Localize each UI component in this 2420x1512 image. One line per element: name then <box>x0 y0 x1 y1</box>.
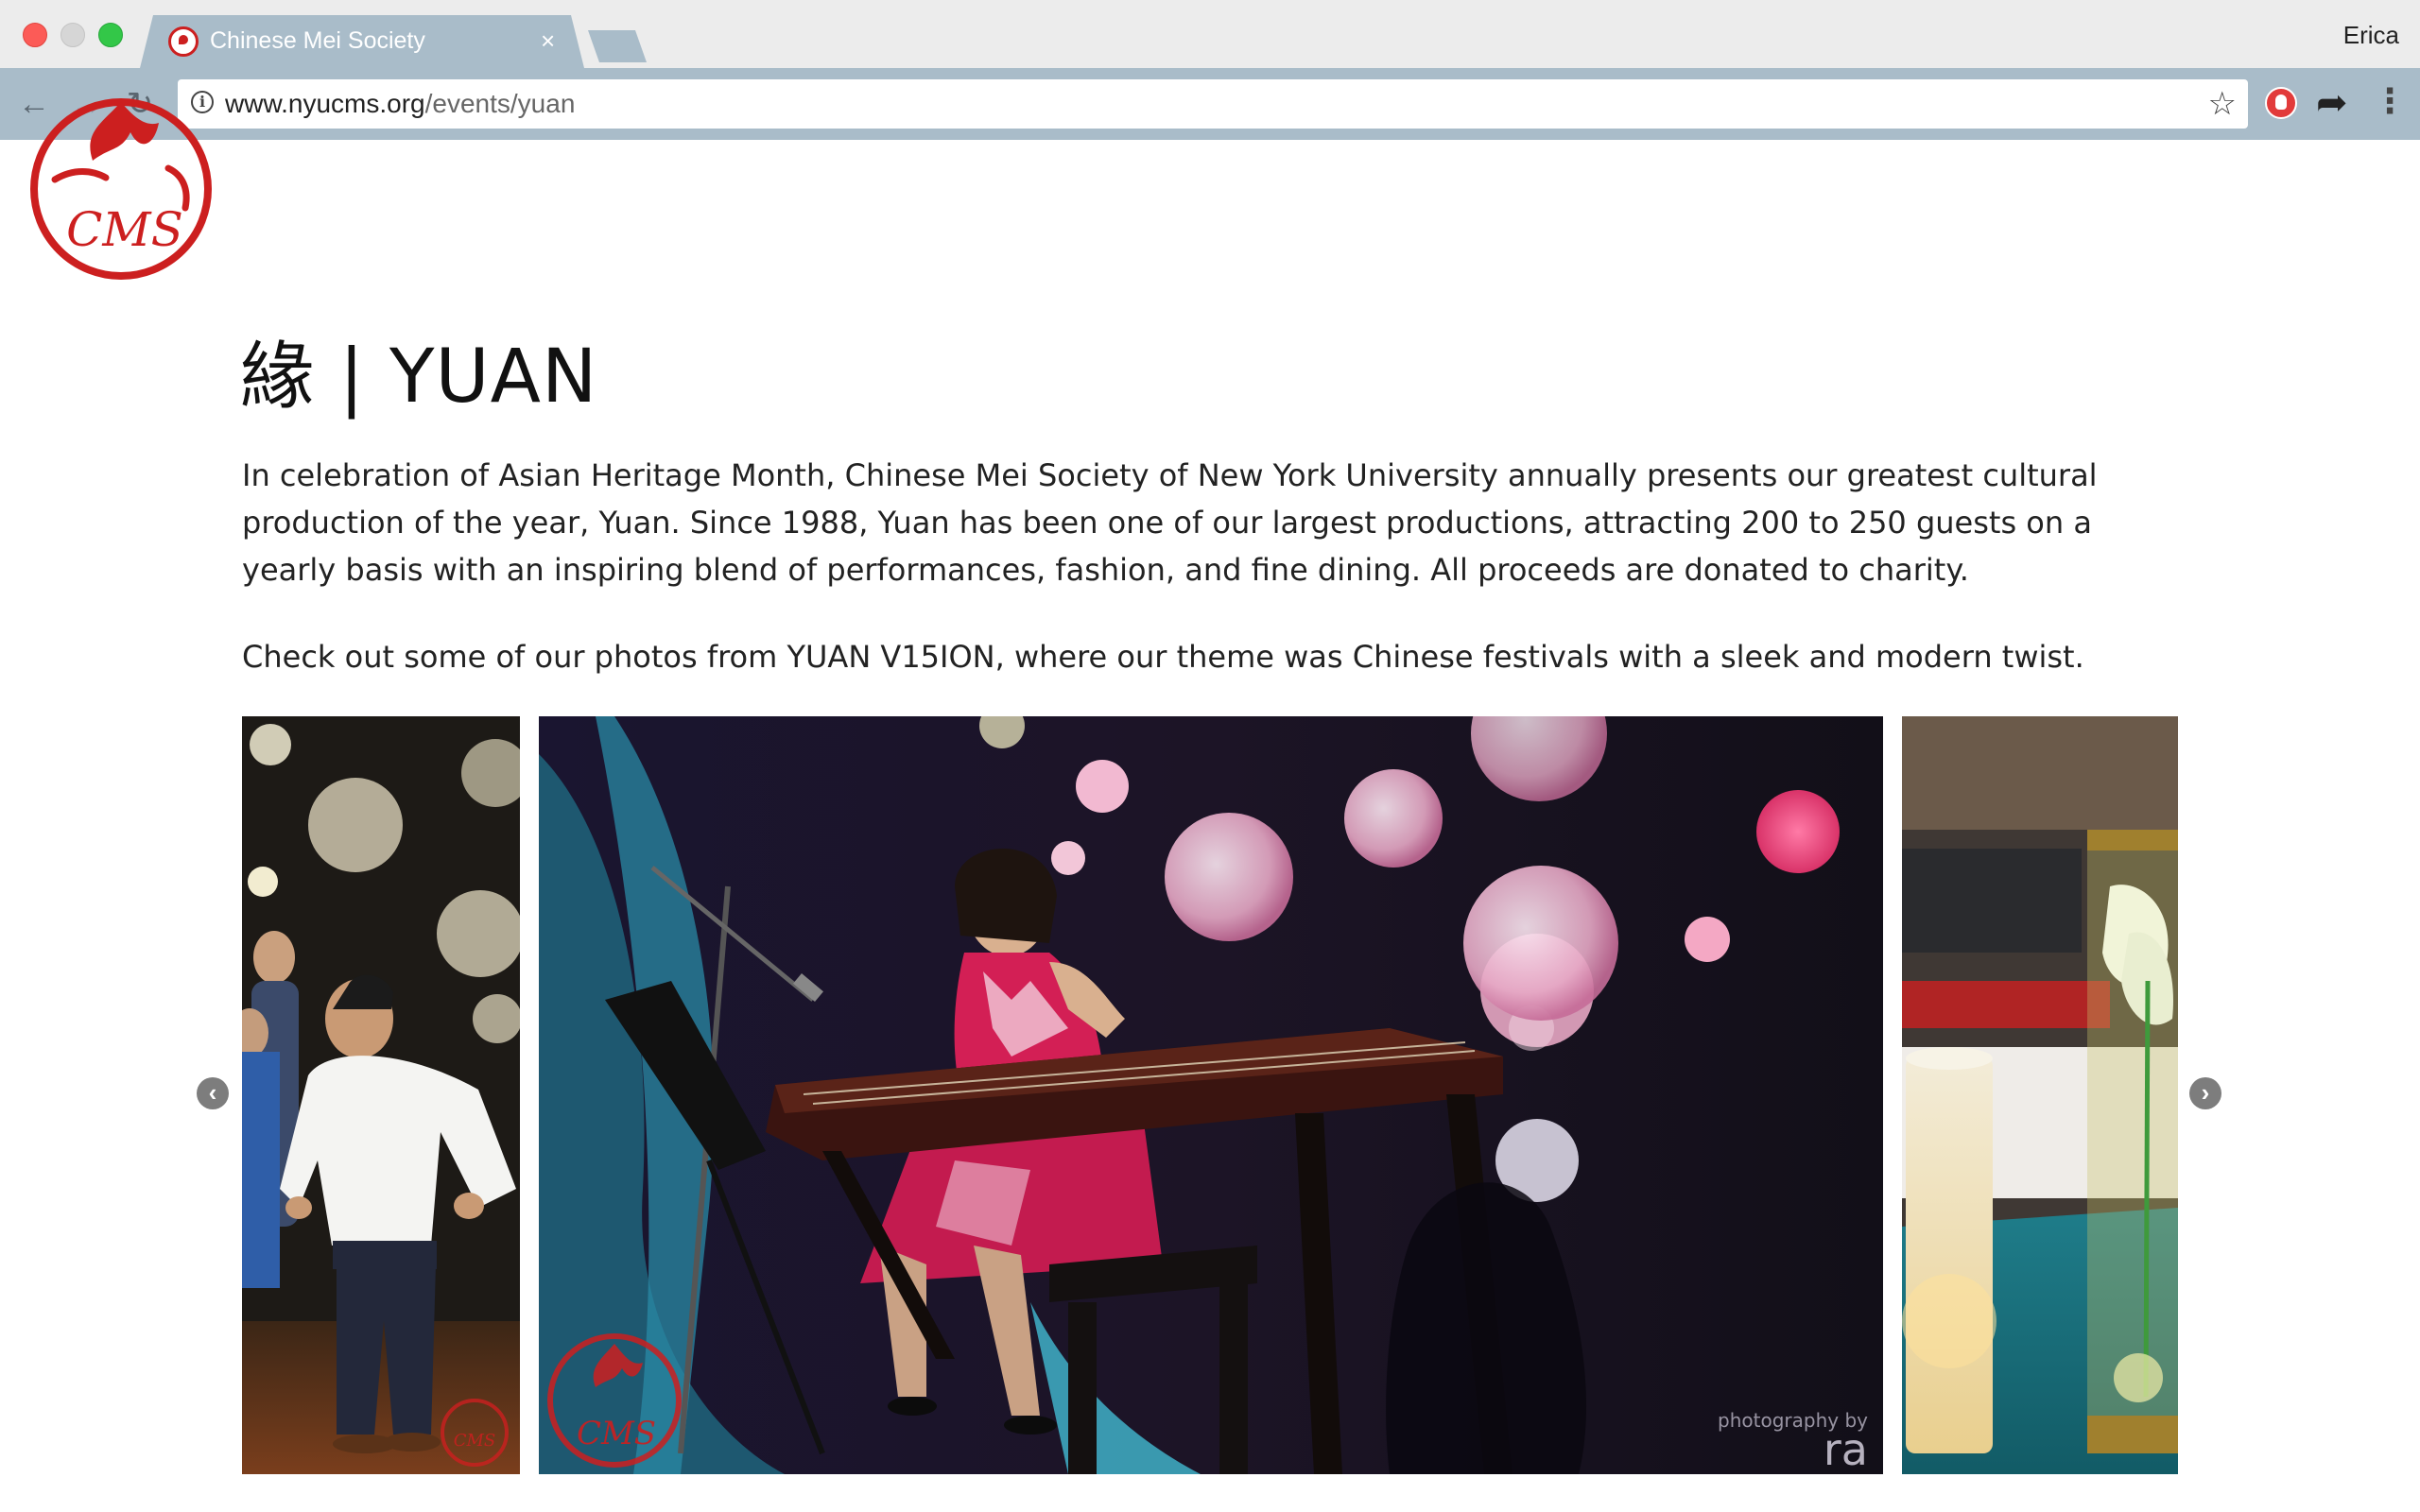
cms-logo[interactable]: CMS <box>26 94 216 280</box>
browser-toolbar: ← → ↻ i www.nyucms.org/events/yuan ☆ <box>0 68 2420 140</box>
photo-credit-large: ra <box>1824 1424 1868 1474</box>
window-zoom-button[interactable] <box>98 23 123 47</box>
carousel-prev-button[interactable]: ‹ <box>197 1077 229 1109</box>
carousel-next-button[interactable]: › <box>2189 1077 2221 1109</box>
adblock-extension-icon[interactable] <box>2265 87 2297 119</box>
photos-note-paragraph: Check out some of our photos from YUAN V… <box>242 639 2084 675</box>
url-text[interactable]: www.nyucms.org/events/yuan <box>225 89 575 119</box>
browser-menu-icon[interactable]: ⋮ <box>2373 81 2407 121</box>
watermark-text: CMS <box>577 1415 656 1452</box>
intro-paragraph: In celebration of Asian Heritage Month, … <box>242 457 2098 588</box>
tab-title: Chinese Mei Society <box>210 27 425 54</box>
profile-name[interactable]: Erica <box>2343 21 2399 50</box>
browser-tabstrip: Chinese Mei Society × Erica <box>0 0 2420 68</box>
page-title: 緣 | YUAN <box>240 335 598 420</box>
carousel-photo-guzheng[interactable]: CMS photography by ra <box>539 716 1883 1474</box>
watermark-text: CMS <box>454 1431 496 1451</box>
browser-tab-active[interactable]: Chinese Mei Society × <box>140 15 584 68</box>
url-path: /events/yuan <box>424 89 576 118</box>
share-arrow-icon[interactable]: ➦ <box>2316 81 2348 125</box>
window-minimize-button[interactable] <box>60 23 85 47</box>
window-close-button[interactable] <box>23 23 47 47</box>
carousel-photo-centerpiece[interactable] <box>1902 716 2178 1474</box>
new-tab-button[interactable] <box>588 30 647 62</box>
url-host: www.nyucms.org <box>225 89 425 118</box>
address-bar[interactable]: i www.nyucms.org/events/yuan ☆ <box>178 79 2248 129</box>
carousel-photo-guests[interactable]: CMS <box>242 716 520 1474</box>
logo-text: CMS <box>66 202 183 257</box>
photo-carousel: CMS CMS photography by ra ‹ › <box>0 716 2420 1474</box>
bookmark-star-icon[interactable]: ☆ <box>2208 85 2237 123</box>
site-favicon-icon <box>168 26 199 57</box>
tab-close-icon[interactable]: × <box>541 26 555 56</box>
